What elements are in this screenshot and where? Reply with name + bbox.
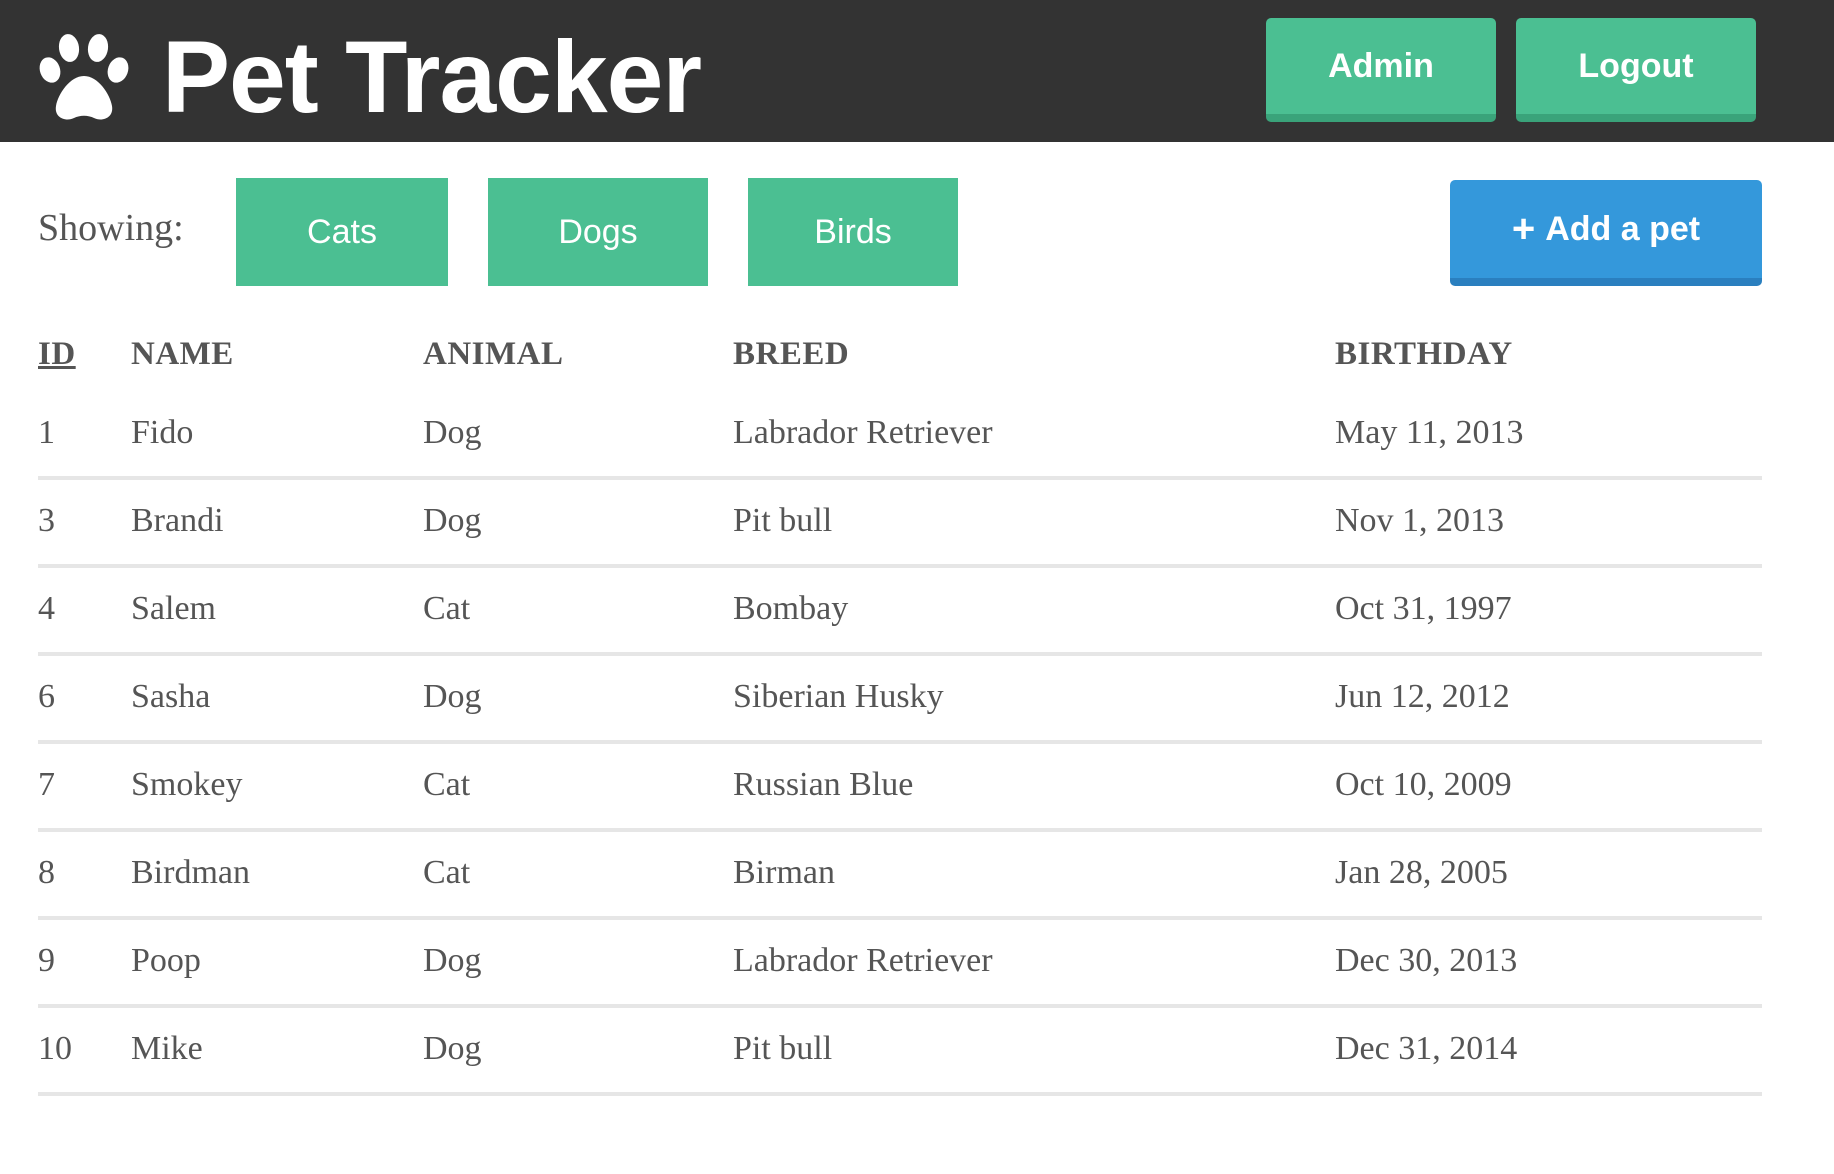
cell-animal: Dog — [423, 942, 482, 979]
cell-birthday: Dec 31, 2014 — [1335, 1030, 1518, 1067]
cell-breed: Pit bull — [733, 502, 833, 539]
admin-button[interactable]: Admin — [1266, 18, 1496, 122]
column-header-animal[interactable]: ANIMAL — [423, 336, 564, 373]
filter-birds-button[interactable]: Birds — [748, 178, 958, 286]
cell-birthday: May 11, 2013 — [1335, 414, 1524, 451]
cell-animal: Cat — [423, 766, 471, 803]
cell-breed: Pit bull — [733, 1030, 833, 1067]
cell-breed: Russian Blue — [733, 766, 914, 803]
cell-birthday: Oct 10, 2009 — [1335, 766, 1512, 803]
cell-id: 10 — [38, 1030, 72, 1067]
cell-birthday: Jun 12, 2012 — [1335, 678, 1510, 715]
cell-id: 7 — [38, 766, 55, 803]
pets-table: ID NAME ANIMAL BREED BIRTHDAY 1 Fido Dog… — [38, 318, 1762, 1096]
table-header: ID NAME ANIMAL BREED BIRTHDAY — [38, 318, 1762, 392]
cell-name: Poop — [131, 942, 201, 979]
cell-name: Mike — [131, 1030, 203, 1067]
paw-icon — [39, 34, 129, 120]
cell-name: Smokey — [131, 766, 243, 803]
cell-id: 8 — [38, 854, 55, 891]
column-header-id[interactable]: ID — [38, 336, 76, 373]
app-title: Pet Tracker — [162, 20, 702, 134]
cell-id: 1 — [38, 414, 55, 451]
column-header-name[interactable]: NAME — [131, 336, 234, 373]
cell-name: Birdman — [131, 854, 250, 891]
table-row[interactable]: 6 Sasha Dog Siberian Husky Jun 12, 2012 — [38, 656, 1762, 744]
cell-animal: Dog — [423, 1030, 482, 1067]
cell-birthday: Oct 31, 1997 — [1335, 590, 1512, 627]
table-row[interactable]: 4 Salem Cat Bombay Oct 31, 1997 — [38, 568, 1762, 656]
cell-id: 6 — [38, 678, 55, 715]
table-row[interactable]: 1 Fido Dog Labrador Retriever May 11, 20… — [38, 392, 1762, 480]
cell-id: 4 — [38, 590, 55, 627]
add-pet-button[interactable]: + Add a pet — [1450, 180, 1762, 286]
table-row[interactable]: 10 Mike Dog Pit bull Dec 31, 2014 — [38, 1008, 1762, 1096]
cell-breed: Birman — [733, 854, 835, 891]
filter-cats-button[interactable]: Cats — [236, 178, 448, 286]
cell-breed: Labrador Retriever — [733, 942, 993, 979]
cell-name: Brandi — [131, 502, 224, 539]
cell-breed: Siberian Husky — [733, 678, 944, 715]
cell-name: Salem — [131, 590, 216, 627]
cell-animal: Cat — [423, 854, 471, 891]
add-pet-label: Add a pet — [1545, 209, 1701, 248]
table-row[interactable]: 9 Poop Dog Labrador Retriever Dec 30, 20… — [38, 920, 1762, 1008]
table-row[interactable]: 8 Birdman Cat Birman Jan 28, 2005 — [38, 832, 1762, 920]
column-header-breed[interactable]: BREED — [733, 336, 849, 373]
cell-id: 3 — [38, 502, 55, 539]
app-header: Pet Tracker Admin Logout — [0, 0, 1834, 142]
cell-id: 9 — [38, 942, 55, 979]
cell-breed: Labrador Retriever — [733, 414, 993, 451]
cell-animal: Dog — [423, 678, 482, 715]
cell-animal: Cat — [423, 590, 471, 627]
cell-birthday: Dec 30, 2013 — [1335, 942, 1518, 979]
filter-dogs-button[interactable]: Dogs — [488, 178, 708, 286]
cell-birthday: Nov 1, 2013 — [1335, 502, 1505, 539]
table-row[interactable]: 3 Brandi Dog Pit bull Nov 1, 2013 — [38, 480, 1762, 568]
column-header-birthday[interactable]: BIRTHDAY — [1335, 336, 1513, 373]
plus-icon: + — [1511, 207, 1536, 251]
cell-animal: Dog — [423, 414, 482, 451]
cell-name: Fido — [131, 414, 194, 451]
cell-name: Sasha — [131, 678, 211, 715]
cell-birthday: Jan 28, 2005 — [1335, 854, 1508, 891]
table-row[interactable]: 7 Smokey Cat Russian Blue Oct 10, 2009 — [38, 744, 1762, 832]
logout-button[interactable]: Logout — [1516, 18, 1756, 122]
filter-label: Showing: — [38, 207, 184, 249]
cell-animal: Dog — [423, 502, 482, 539]
cell-breed: Bombay — [733, 590, 849, 627]
